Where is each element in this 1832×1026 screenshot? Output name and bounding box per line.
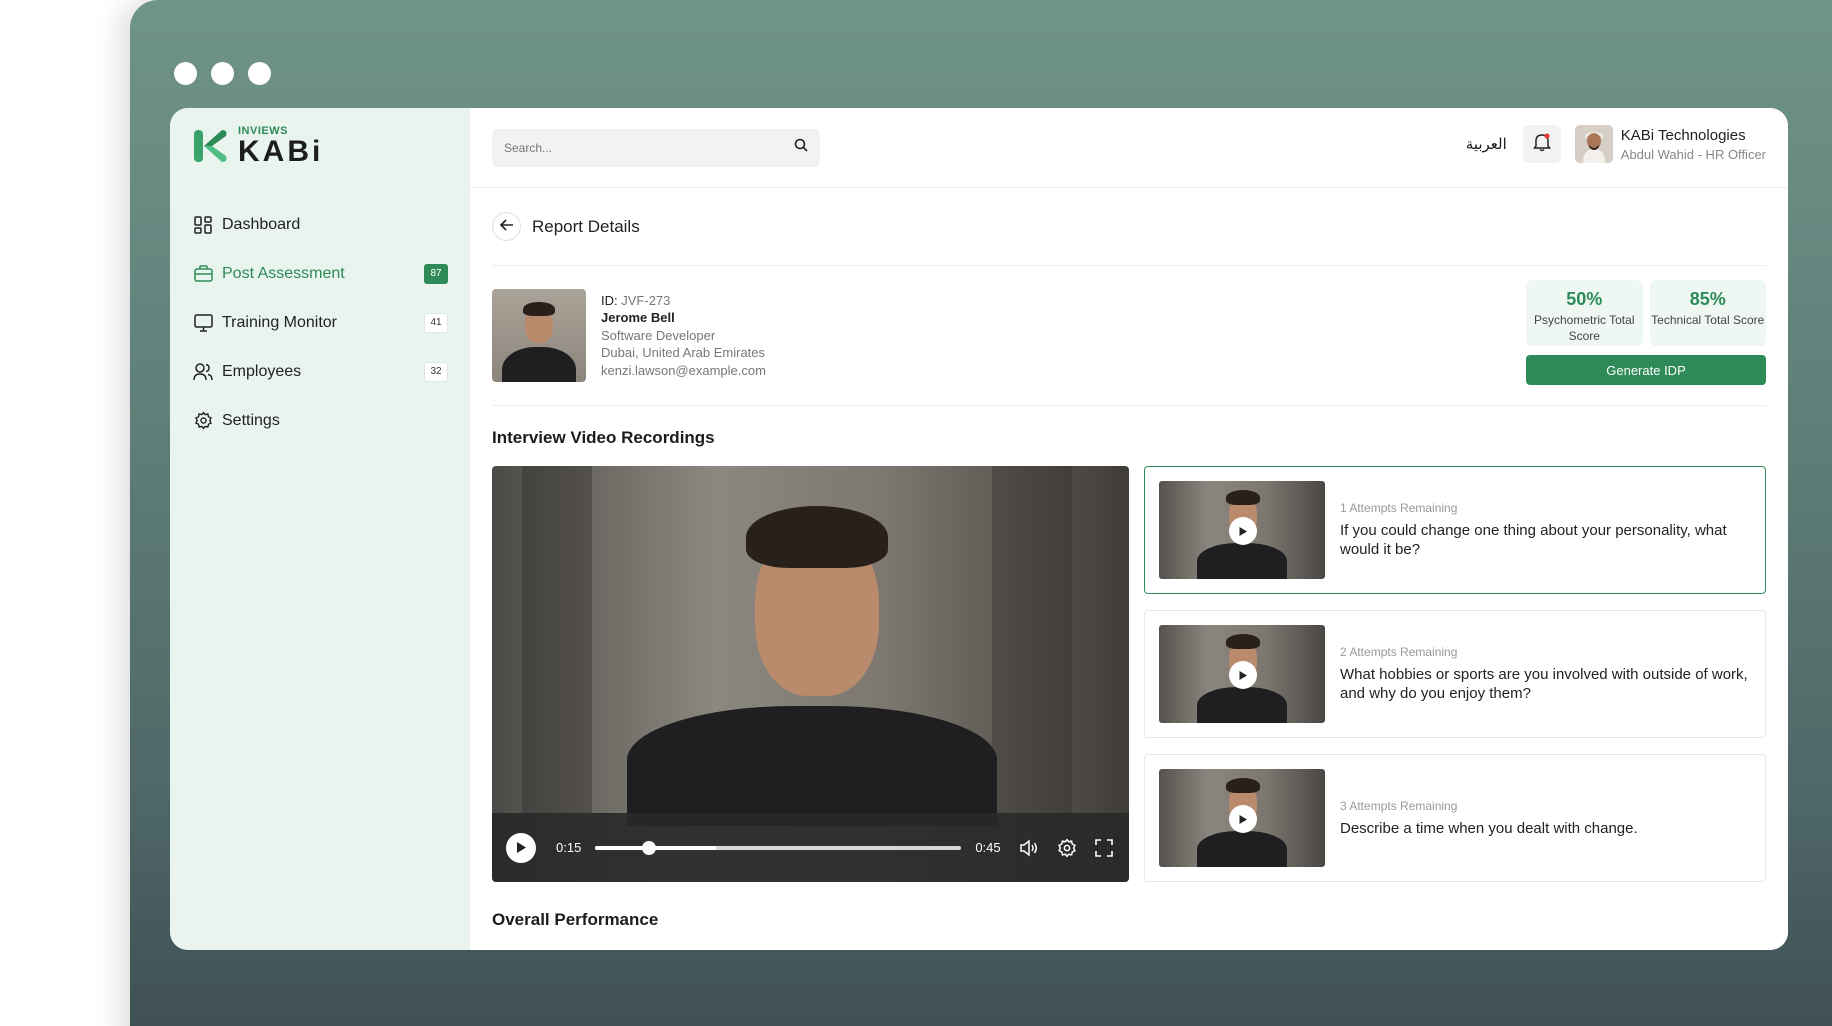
question-card[interactable]: 2 Attempts Remaining What hobbies or spo… xyxy=(1144,610,1766,738)
sidebar-item-dashboard[interactable]: Dashboard xyxy=(192,200,448,249)
question-card[interactable]: 3 Attempts Remaining Describe a time whe… xyxy=(1144,754,1766,882)
back-button[interactable] xyxy=(492,212,521,241)
count-badge: 41 xyxy=(424,312,448,333)
window-dot[interactable] xyxy=(248,62,271,85)
sidebar-item-label: Settings xyxy=(222,411,280,429)
language-switch[interactable]: العربية xyxy=(1466,135,1507,153)
generate-idp-button[interactable]: Generate IDP xyxy=(1526,355,1766,385)
monitor-icon xyxy=(192,312,214,334)
sidebar: INVIEWS KABi Dashboard Post Assessment 8… xyxy=(170,108,470,950)
psychometric-score-card: 50% Psychometric Total Score xyxy=(1526,280,1643,346)
attempts-remaining: 1 Attempts Remaining xyxy=(1340,501,1458,515)
overall-performance-title: Overall Performance xyxy=(492,910,659,929)
page-title: Report Details xyxy=(532,216,640,236)
question-text: What hobbies or sports are you involved … xyxy=(1340,666,1748,702)
candidate-email: kenzi.lawson@example.com xyxy=(601,362,766,378)
window-controls xyxy=(174,62,271,85)
count-badge: 32 xyxy=(424,361,448,382)
psychometric-score-label: Psychometric Total Score xyxy=(1534,313,1635,343)
page-header: Report Details xyxy=(492,188,1766,266)
logo[interactable]: INVIEWS KABi xyxy=(192,125,448,168)
window-dot[interactable] xyxy=(211,62,234,85)
question-card[interactable]: 1 Attempts Remaining If you could change… xyxy=(1144,466,1766,594)
attempts-remaining: 2 Attempts Remaining xyxy=(1340,645,1458,659)
search-input[interactable] xyxy=(504,140,794,155)
volume-icon[interactable] xyxy=(1019,838,1039,857)
current-time: 0:15 xyxy=(556,840,582,855)
avatar[interactable] xyxy=(1574,125,1613,163)
top-bar: العربية KABi Technologies Abdul Wahid - … xyxy=(470,108,1788,188)
briefcase-icon xyxy=(192,263,214,285)
technical-score-label: Technical Total Score xyxy=(1651,313,1765,327)
user-role: Abdul Wahid - HR Officer xyxy=(1620,146,1766,162)
progress-handle[interactable] xyxy=(641,840,656,855)
technical-score-card: 85% Technical Total Score xyxy=(1649,280,1766,346)
candidate-profile: ID: JVF-273 Jerome Bell Software Develop… xyxy=(492,266,1766,406)
sidebar-item-post-assessment[interactable]: Post Assessment 87 xyxy=(192,249,448,298)
duration: 0:45 xyxy=(975,840,1001,855)
technical-score-value: 85% xyxy=(1689,289,1726,309)
question-thumbnail[interactable] xyxy=(1159,769,1325,867)
notification-button[interactable] xyxy=(1522,125,1561,163)
psychometric-score-value: 50% xyxy=(1566,289,1603,309)
logo-big-text: KABi xyxy=(238,134,324,168)
arrow-left-icon xyxy=(499,218,514,236)
question-text: Describe a time when you dealt with chan… xyxy=(1340,819,1638,837)
sidebar-item-label: Employees xyxy=(222,362,302,380)
candidate-photo xyxy=(492,289,586,382)
logo-mark-icon xyxy=(192,128,232,164)
candidate-location: Dubai, United Arab Emirates xyxy=(601,345,766,361)
users-icon xyxy=(192,361,214,383)
window-dot[interactable] xyxy=(174,62,197,85)
play-icon[interactable] xyxy=(1229,661,1257,689)
section-title: Interview Video Recordings xyxy=(492,428,715,447)
bell-icon xyxy=(1532,132,1552,157)
attempts-remaining: 3 Attempts Remaining xyxy=(1340,798,1458,813)
sidebar-item-settings[interactable]: Settings xyxy=(192,396,448,445)
grid-icon xyxy=(192,214,214,236)
sidebar-item-label: Training Monitor xyxy=(222,313,338,331)
candidate-id-label: ID: xyxy=(601,292,618,308)
sidebar-item-employees[interactable]: Employees 32 xyxy=(192,347,448,396)
play-icon[interactable] xyxy=(1229,517,1257,545)
org-name: KABi Technologies xyxy=(1620,126,1746,144)
sidebar-item-label: Post Assessment xyxy=(222,264,345,282)
main-content: العربية KABi Technologies Abdul Wahid - … xyxy=(470,108,1788,950)
video-player[interactable]: 0:15 0:45 xyxy=(492,466,1129,882)
app-window: INVIEWS KABi Dashboard Post Assessment 8… xyxy=(170,108,1788,950)
question-thumbnail[interactable] xyxy=(1159,481,1325,579)
video-controls: 0:15 0:45 xyxy=(492,813,1129,882)
candidate-id: JVF-273 xyxy=(621,292,671,308)
video-recordings: 0:15 0:45 1 Attempts Remaining If you co… xyxy=(492,466,1766,882)
question-thumbnail[interactable] xyxy=(1159,625,1325,723)
candidate-position: Software Developer xyxy=(601,327,716,343)
fullscreen-icon[interactable] xyxy=(1094,838,1113,857)
play-icon[interactable] xyxy=(1229,805,1257,833)
score-panel: 50% Psychometric Total Score 85% Technic… xyxy=(1526,280,1766,385)
search-box[interactable] xyxy=(492,128,820,167)
count-badge: 87 xyxy=(424,263,448,284)
candidate-name: Jerome Bell xyxy=(601,310,675,326)
sidebar-item-training-monitor[interactable]: Training Monitor 41 xyxy=(192,298,448,347)
sidebar-item-label: Dashboard xyxy=(222,215,301,233)
gear-icon xyxy=(192,410,214,432)
play-button[interactable] xyxy=(506,832,536,863)
question-list: 1 Attempts Remaining If you could change… xyxy=(1144,466,1766,898)
gear-icon[interactable] xyxy=(1057,837,1077,858)
search-icon[interactable] xyxy=(794,138,808,157)
question-text: If you could change one thing about your… xyxy=(1340,522,1727,558)
progress-bar[interactable] xyxy=(595,840,962,855)
